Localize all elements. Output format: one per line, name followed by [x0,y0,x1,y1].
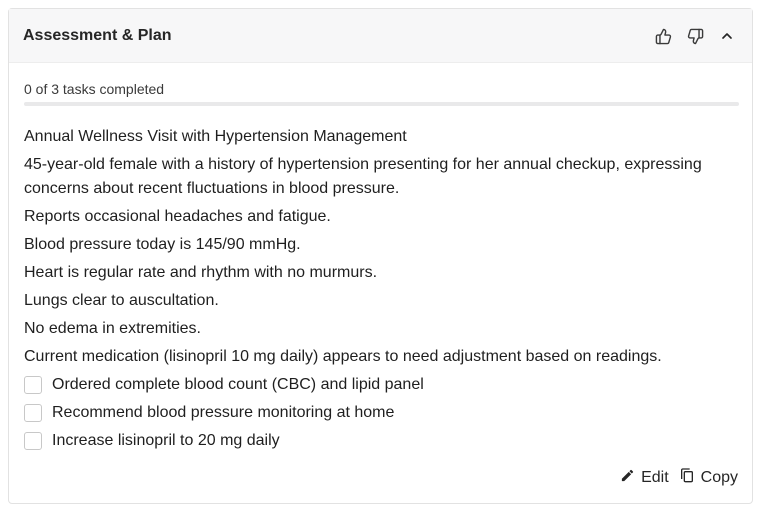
assessment-paragraph: Annual Wellness Visit with Hypertension … [24,128,407,145]
copy-button[interactable]: Copy [679,467,738,488]
task-checkbox[interactable] [24,404,42,422]
assessment-content: Annual Wellness Visit with Hypertension … [24,125,739,457]
thumbs-down-icon[interactable] [684,25,706,47]
task-item[interactable]: Increase lisinopril to 20 mg daily [24,429,739,453]
task-label: Recommend blood pressure monitoring at h… [52,404,395,421]
card-header: Assessment & Plan [9,9,752,63]
header-actions [652,25,738,47]
copy-icon [679,467,695,488]
assessment-plan-card: Assessment & Plan 0 of 3 tasks completed… [8,8,753,504]
task-item[interactable]: Recommend blood pressure monitoring at h… [24,401,739,425]
task-label: Increase lisinopril to 20 mg daily [52,432,280,449]
task-item[interactable]: Ordered complete blood count (CBC) and l… [24,373,739,397]
assessment-paragraph: Blood pressure today is 145/90 mmHg. [24,236,301,253]
assessment-paragraph: 45-year-old female with a history of hyp… [24,156,702,197]
copy-label: Copy [700,468,738,486]
chevron-up-icon[interactable] [716,25,738,47]
assessment-paragraphs: Annual Wellness Visit with Hypertension … [24,125,739,369]
thumbs-up-icon[interactable] [652,25,674,47]
progress-label: 0 of 3 tasks completed [24,81,165,97]
assessment-paragraph: Reports occasional headaches and fatigue… [24,208,331,225]
edit-button[interactable]: Edit [620,468,669,488]
assessment-paragraph: Current medication (lisinopril 10 mg dai… [24,348,662,365]
footer-actions: Edit Copy [620,467,738,488]
progress-bar [24,102,739,106]
task-checkbox[interactable] [24,376,42,394]
task-checkbox[interactable] [24,432,42,450]
card-title: Assessment & Plan [23,27,172,44]
assessment-paragraph: No edema in extremities. [24,320,201,337]
pencil-icon [620,468,635,488]
assessment-paragraph: Lungs clear to auscultation. [24,292,219,309]
task-list: Ordered complete blood count (CBC) and l… [24,373,739,453]
task-label: Ordered complete blood count (CBC) and l… [52,376,424,393]
assessment-paragraph: Heart is regular rate and rhythm with no… [24,264,378,281]
edit-label: Edit [641,468,669,486]
